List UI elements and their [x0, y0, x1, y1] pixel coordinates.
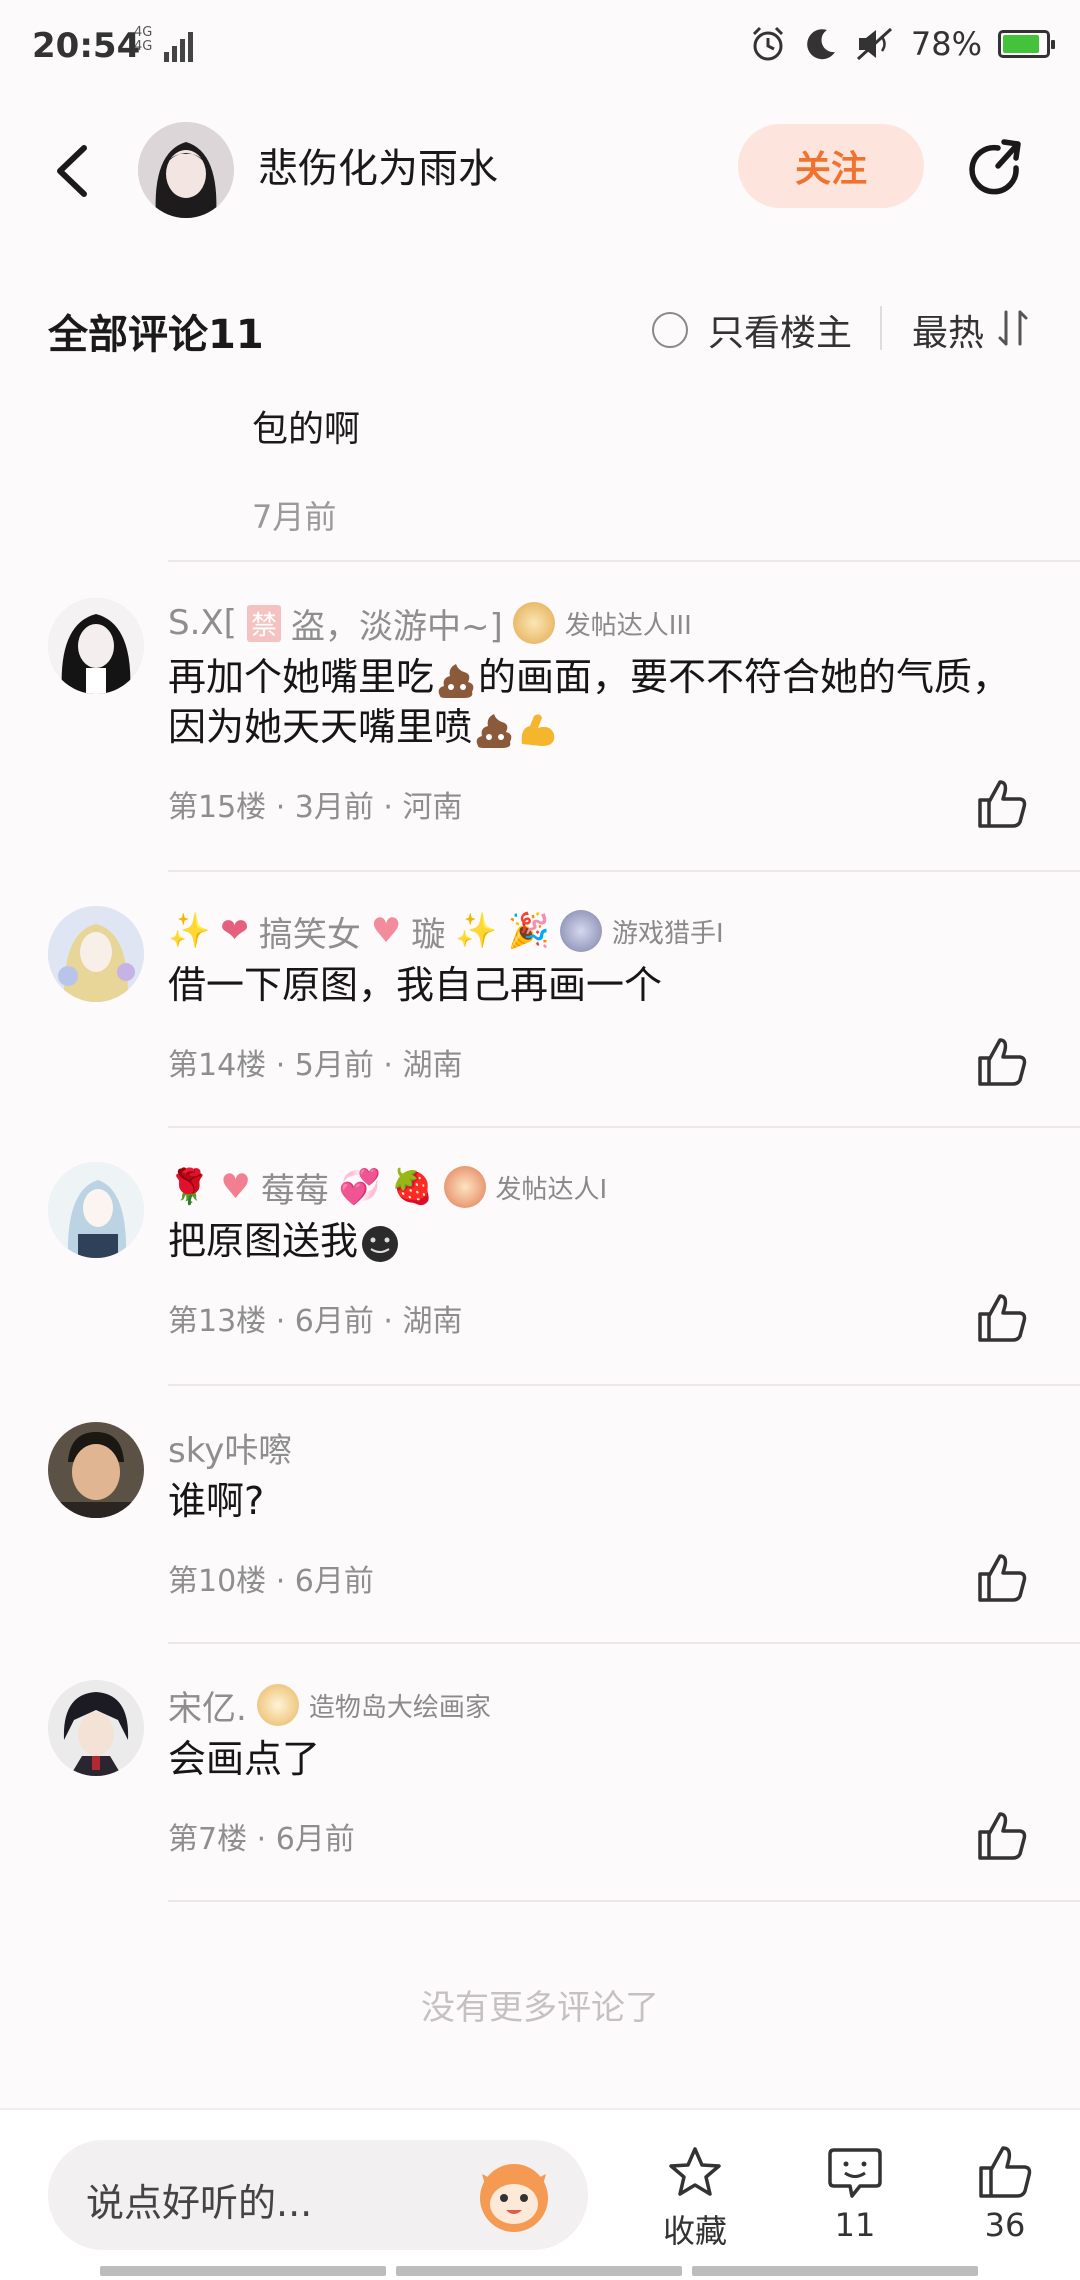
author-name[interactable]: 悲伤化为雨水 [258, 136, 498, 194]
commenter-name[interactable]: sky咔嚓 [168, 1422, 292, 1472]
commenter-avatar[interactable] [48, 1680, 144, 1776]
sort-icon[interactable] [996, 308, 1030, 348]
battery-fill [1003, 35, 1039, 53]
level-badge-text: 造物岛大绘画家 [308, 1692, 491, 1723]
comment-item: S.X[禁盗，淡游中~] 发帖达人III 再加个她嘴里吃 的画面，要不不符合她的气… [0, 560, 1080, 870]
sparkle-icon: ✨ [168, 911, 211, 951]
heart-gift-icon: ❤ [220, 911, 249, 951]
flexed-biceps-icon [521, 713, 555, 746]
heart-icon: ♥ [370, 911, 402, 951]
commenter-avatar[interactable] [48, 1422, 144, 1518]
level-badge-icon [512, 602, 555, 644]
author-avatar[interactable] [138, 122, 234, 218]
share-icon[interactable] [964, 138, 1028, 202]
sparkling-heart-icon: 💞 [338, 1167, 382, 1207]
like-count: 36 [984, 2206, 1026, 2244]
level-badge-text: 游戏猎手I [612, 918, 724, 949]
comment-count-button[interactable]: 11 [800, 2144, 910, 2244]
like-icon[interactable] [976, 1552, 1028, 1604]
comment-input-placeholder: 说点好听的... [86, 2181, 313, 2225]
back-button[interactable] [44, 136, 104, 206]
status-time: 20:54 [32, 26, 141, 66]
level-badge-icon [560, 910, 603, 952]
only-op-radio[interactable] [652, 312, 688, 348]
comments-title: 全部评论11 [48, 312, 264, 358]
comment-item: 宋亿. 造物岛大绘画家 会画点了 第7楼 · 6月前 [0, 1642, 1080, 1900]
comment-input[interactable]: 说点好听的... [48, 2140, 588, 2250]
party-popper-icon: 🎉 [507, 911, 551, 951]
like-icon[interactable] [976, 1292, 1028, 1344]
strawberry-icon: 🍓 [391, 1167, 434, 1207]
author-avatar-image [138, 122, 234, 218]
comment-text: 借一下原图，我自己再画一个 [168, 963, 663, 1007]
commenter-avatar[interactable] [48, 906, 144, 1002]
nav-hint-bar [396, 2266, 682, 2276]
reply-time: 7月前 [252, 498, 337, 536]
comment-meta: 第13楼 · 6月前 · 湖南 [168, 1304, 463, 1339]
battery-icon [998, 30, 1055, 58]
mute-icon [856, 27, 892, 61]
comment-text: 把原图送我 [168, 1216, 1028, 1266]
level-badge-text: 发帖达人III [564, 610, 692, 641]
heart-icon: ♥ [220, 1167, 251, 1207]
comment-meta: 第7楼 · 6月前 [168, 1822, 355, 1857]
comment-text: 谁啊? [168, 1479, 265, 1523]
sort-button[interactable]: 最热 [912, 304, 984, 356]
comment-meta: 第10楼 · 6月前 [168, 1564, 374, 1599]
comment-icon [828, 2148, 882, 2198]
like-icon[interactable] [976, 1036, 1028, 1088]
poop-emoji-icon [438, 663, 474, 698]
nav-hint-bar [692, 2266, 978, 2276]
comment-count: 11 [834, 2206, 876, 2244]
commenter-name[interactable]: S.X[禁盗，淡游中~] 发帖达人III [168, 598, 692, 648]
like-count-button[interactable]: 36 [950, 2144, 1060, 2244]
comment-item: ✨ ❤ 搞笑女 ♥ 璇 ✨ 🎉 游戏猎手I 借一下原图，我自己再画一个 第14楼 · 5月前… [0, 870, 1080, 1126]
comment-meta: 第15楼 · 3月前 · 河南 [168, 790, 463, 825]
comment-meta: 第14楼 · 5月前 · 湖南 [168, 1048, 463, 1083]
status-right: 78% [749, 24, 1055, 64]
partial-reply: 包的啊 7月前 [252, 400, 360, 538]
alarm-icon [752, 26, 783, 61]
comment-item: 🌹 ♥ 莓莓 💞 🍓 发帖达人I 把原图送我 第13楼 · 6月前 · 湖南 [0, 1126, 1080, 1384]
no-more-comments: 没有更多评论了 [421, 1988, 659, 2028]
like-icon[interactable] [976, 778, 1028, 830]
reply-text: 包的啊 [252, 409, 361, 450]
commenter-name[interactable]: 宋亿. 造物岛大绘画家 [168, 1680, 491, 1730]
commenter-avatar[interactable] [48, 1162, 144, 1258]
star-icon [669, 2147, 721, 2196]
like-icon[interactable] [976, 1810, 1028, 1862]
commenter-name[interactable]: ✨ ❤ 搞笑女 ♥ 璇 ✨ 🎉 游戏猎手I [168, 906, 724, 956]
list-end-divider [0, 1900, 1080, 1902]
poop-emoji-icon [476, 713, 512, 748]
battery-percent: 78% [910, 25, 982, 63]
mascot-emoji-button[interactable] [472, 2154, 556, 2238]
commenter-name[interactable]: 🌹 ♥ 莓莓 💞 🍓 发帖达人I [168, 1162, 607, 1212]
status-bar: 20:54 4G 4G 78% [0, 0, 1080, 100]
divider [880, 306, 882, 350]
only-op-label[interactable]: 只看楼主 [708, 304, 852, 356]
level-badge-icon [443, 1166, 486, 1208]
rose-icon: 🌹 [168, 1167, 211, 1207]
screen: 20:54 4G 4G 78% 悲伤化为雨水 关注 全部评论11 只看楼主 最热… [0, 0, 1080, 2280]
favorite-label: 收藏 [662, 2212, 727, 2250]
sparkle-icon: ✨ [455, 911, 498, 951]
nav-hint-bar [100, 2266, 386, 2276]
comment-item: sky咔嚓 谁啊? 第10楼 · 6月前 [0, 1384, 1080, 1642]
moon-icon [807, 29, 835, 60]
commenter-avatar[interactable] [48, 598, 144, 694]
post-header: 悲伤化为雨水 关注 [0, 110, 1080, 230]
follow-button[interactable]: 关注 [738, 124, 924, 208]
comments-header: 全部评论11 只看楼主 最热 [0, 290, 1080, 370]
level-badge-text: 发帖达人I [495, 1174, 608, 1205]
comment-text: 会画点了 [168, 1737, 321, 1781]
favorite-button[interactable]: 收藏 [640, 2144, 750, 2252]
comment-text: 再加个她嘴里吃 的画面，要不不符合她的气质，因为她天天嘴里喷 [168, 655, 1011, 749]
dark-smiley-icon [362, 1225, 399, 1262]
thumbs-up-icon [979, 2146, 1032, 2198]
signal-icon [164, 32, 193, 62]
bottom-bar: 说点好听的... 收藏 11 36 [0, 2108, 1080, 2280]
network-type: 4G 4G [134, 25, 153, 54]
level-badge-icon [256, 1684, 299, 1726]
